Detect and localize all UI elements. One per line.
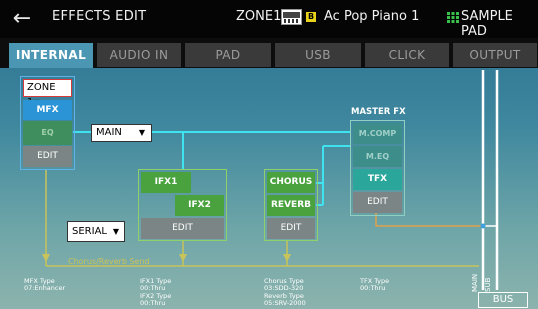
effects-edit-screen: ← EFFECTS EDIT ZONE1 B Ac Pop Piano 1 SA… bbox=[0, 0, 538, 309]
reverb-type-value: 05:SRV-2000 bbox=[264, 299, 306, 307]
top-bar: ← EFFECTS EDIT ZONE1 B Ac Pop Piano 1 SA… bbox=[0, 0, 538, 39]
master-fx-title: MASTER FX bbox=[351, 107, 406, 117]
tone-bank-badge: B bbox=[306, 12, 316, 22]
tab-bar: INTERNAL AUDIO IN PAD USB CLICK OUTPUT bbox=[0, 38, 538, 68]
m-comp-button[interactable]: M.COMP bbox=[353, 123, 402, 144]
dropdown-arrow-icon: ▼ bbox=[112, 227, 119, 236]
bus-button[interactable]: BUS bbox=[478, 292, 528, 308]
tab-click[interactable]: CLICK bbox=[365, 43, 449, 67]
page-title: EFFECTS EDIT bbox=[52, 9, 147, 24]
dropdown-arrow-icon: ▼ bbox=[138, 128, 145, 137]
master-edit-button[interactable]: EDIT bbox=[353, 192, 402, 213]
tab-usb[interactable]: USB bbox=[275, 43, 361, 67]
ifx-routing-value: SERIAL bbox=[72, 226, 107, 237]
tfx-type-value: 00:Thru bbox=[360, 284, 386, 292]
mfx-type-value: 07:Enhancer bbox=[24, 284, 66, 292]
bus-main-label: MAIN bbox=[471, 273, 479, 292]
tab-output[interactable]: OUTPUT bbox=[453, 43, 537, 67]
ifx-routing-select[interactable]: SERIAL ▼ bbox=[67, 221, 125, 242]
m-eq-button[interactable]: M.EQ bbox=[353, 146, 402, 167]
tab-audio-in[interactable]: AUDIO IN bbox=[97, 43, 181, 67]
ifx-edit-button[interactable]: EDIT bbox=[141, 218, 224, 239]
sample-pad-grid-icon bbox=[447, 12, 459, 23]
chorus-reverb-send-label: Chorus/Reverb Send bbox=[68, 257, 150, 266]
bus-sub-label: SUB bbox=[484, 277, 492, 292]
ifx1-button[interactable]: IFX1 bbox=[141, 172, 191, 193]
tab-pad[interactable]: PAD bbox=[185, 43, 271, 67]
zone-select[interactable]: ZONE 1▼ bbox=[23, 79, 72, 108]
zone-label: ZONE1 bbox=[236, 9, 282, 24]
ifx2-type-value: 00:Thru bbox=[140, 299, 166, 307]
ifx2-button[interactable]: IFX2 bbox=[175, 195, 224, 216]
output-assign-select[interactable]: MAIN ▼ bbox=[91, 124, 152, 142]
back-arrow-icon[interactable]: ← bbox=[8, 6, 36, 32]
eq-button[interactable]: EQ bbox=[23, 121, 72, 145]
zone-edit-button[interactable]: EDIT bbox=[23, 146, 72, 167]
chorus-button[interactable]: CHORUS bbox=[267, 172, 315, 193]
sample-pad-label[interactable]: SAMPLE PAD bbox=[461, 9, 538, 39]
tone-name[interactable]: Ac Pop Piano 1 bbox=[324, 9, 419, 24]
output-assign-value: MAIN bbox=[96, 127, 122, 138]
tfx-button[interactable]: TFX bbox=[353, 169, 402, 190]
send-edit-button[interactable]: EDIT bbox=[267, 218, 315, 239]
tab-internal[interactable]: INTERNAL bbox=[9, 43, 93, 68]
reverb-button[interactable]: REVERB bbox=[267, 195, 315, 216]
keyboard-icon bbox=[281, 9, 302, 25]
mfx-button[interactable]: MFX bbox=[23, 100, 72, 120]
